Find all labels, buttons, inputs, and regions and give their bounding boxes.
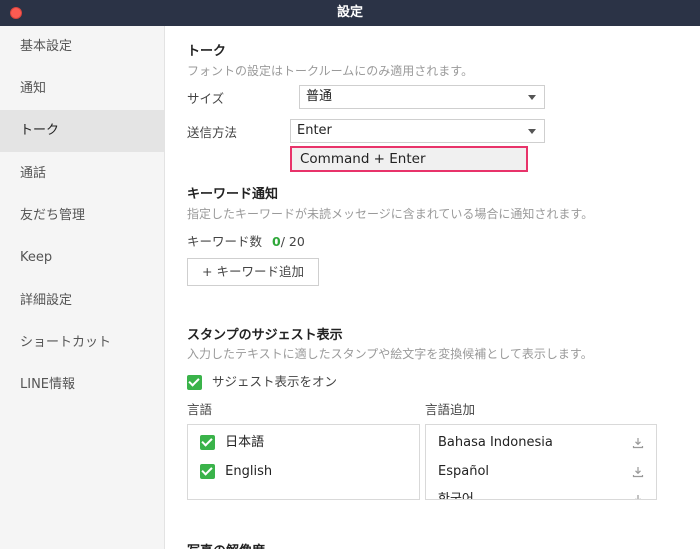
sidebar-item-shortcuts[interactable]: ショートカット [0,322,164,364]
send-method-label: 送信方法 [187,125,238,140]
download-icon[interactable] [632,437,644,449]
keyword-count-current: 0 [272,234,281,249]
languages-header: 言語 [187,402,213,417]
list-item[interactable]: Bahasa Indonesia [438,429,656,457]
font-size-value: 普通 [306,89,333,104]
font-size-label: サイズ [187,91,225,106]
add-language-label: 한국어 [438,492,474,500]
settings-window: 設定 基本設定 通知 トーク 通話 友だち管理 Keep 詳細設定 ショートカッ… [0,0,700,549]
photo-section-title: 写真の解像度 [187,540,265,549]
keyword-count: キーワード数 0/ 20 [187,231,305,250]
font-size-select[interactable]: 普通 [299,85,545,109]
list-item[interactable]: English [200,458,272,486]
languages-list[interactable]: 日本語 English [187,424,420,500]
add-languages-header: 言語追加 [425,402,476,417]
chevron-down-icon [528,129,536,134]
sidebar-item-advanced[interactable]: 詳細設定 [0,280,164,322]
chevron-down-icon [528,95,536,100]
keyword-count-max: / 20 [280,234,305,249]
sidebar-item-keep[interactable]: Keep [0,237,164,279]
checkbox-checked-icon[interactable] [187,375,202,390]
sticker-section-title: スタンプのサジェスト表示 [187,328,343,343]
add-keyword-button[interactable]: + キーワード追加 [187,258,319,286]
sidebar-item-calls[interactable]: 通話 [0,153,164,195]
talk-section-title: トーク [187,44,227,59]
list-item[interactable]: 日本語 [200,429,264,457]
list-item[interactable]: Español [438,458,656,486]
list-item[interactable]: 한국어 [438,486,656,500]
sidebar-item-friends[interactable]: 友だち管理 [0,195,164,237]
keyword-count-label: キーワード数 [187,234,263,249]
sidebar-item-talk[interactable]: トーク [0,110,164,152]
title-bar: 設定 [0,0,700,26]
language-label: English [225,464,273,479]
add-language-label: Bahasa Indonesia [438,435,553,450]
sidebar: 基本設定 通知 トーク 通話 友だち管理 Keep 詳細設定 ショートカット L… [0,26,165,549]
main-panel: トーク フォントの設定はトークルームにのみ適用されます。 サイズ 普通 送信方法… [165,26,700,549]
checkbox-checked-icon[interactable] [200,464,215,479]
suggest-toggle-label: サジェスト表示をオン [211,374,337,389]
window-title: 設定 [336,5,363,20]
add-languages-list[interactable]: Bahasa Indonesia Español 한국어 [425,424,657,500]
sidebar-item-line-info[interactable]: LINE情報 [0,364,164,406]
dropdown-option-command-enter[interactable]: Command + Enter [290,146,528,172]
download-icon[interactable] [632,494,644,500]
checkbox-checked-icon[interactable] [200,435,215,450]
sticker-section-desc: 入力したテキストに適したスタンプや絵文字を変換候補として表示します。 [187,347,593,361]
sidebar-item-notifications[interactable]: 通知 [0,68,164,110]
language-label: 日本語 [225,435,265,450]
keyword-section-title: キーワード通知 [187,187,279,202]
send-method-select[interactable]: Enter [290,119,545,143]
keyword-section-desc: 指定したキーワードが未読メッセージに含まれている場合に通知されます。 [187,207,594,221]
download-icon[interactable] [632,466,644,478]
close-window-button[interactable] [10,7,22,19]
send-method-value: Enter [297,123,332,138]
sidebar-item-basic[interactable]: 基本設定 [0,26,164,68]
suggest-toggle[interactable]: サジェスト表示をオン [187,371,337,390]
talk-section-desc: フォントの設定はトークルームにのみ適用されます。 [187,64,474,78]
add-language-label: Español [438,464,490,479]
